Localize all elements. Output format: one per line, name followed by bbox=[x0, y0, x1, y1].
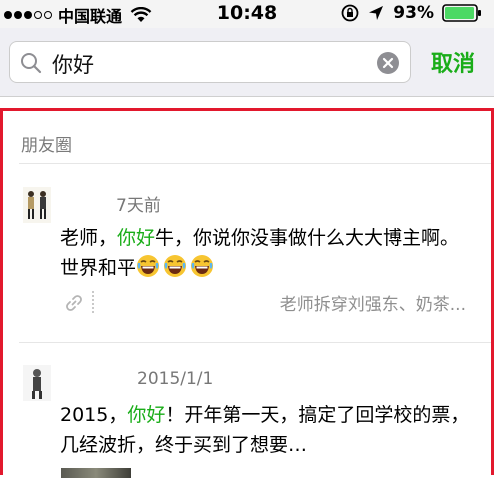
post-text: 老师，你好牛，你说你没事做什么大大博主啊。世界和平 bbox=[60, 227, 460, 279]
link-icon bbox=[66, 295, 82, 311]
keyword-highlight: 你好 bbox=[117, 227, 156, 249]
link-title: 老师拆穿刘强东、奶茶... bbox=[279, 295, 466, 315]
search-query[interactable]: 你好 bbox=[52, 49, 94, 79]
search-input[interactable]: 你好 bbox=[9, 41, 411, 83]
keyword-highlight: 你好 bbox=[127, 404, 166, 426]
status-right: 93% bbox=[341, 3, 482, 23]
search-icon bbox=[21, 53, 42, 74]
moments-results-panel: 朋友圈 7天前 老师，你好牛，你说你没事做什么大大博主啊。世界和平 老师拆穿刘强… bbox=[0, 108, 494, 478]
avatar[interactable] bbox=[23, 365, 51, 401]
laughing-tears-emoji bbox=[137, 255, 160, 277]
cancel-button[interactable]: 取消 bbox=[431, 46, 475, 78]
laughing-tears-emoji bbox=[191, 255, 214, 277]
link-separator bbox=[92, 291, 97, 313]
status-bar: 中国联通 10:48 93% bbox=[0, 0, 494, 28]
location-arrow-icon bbox=[369, 6, 384, 20]
section-title: 朋友圈 bbox=[21, 136, 72, 156]
post-time: 2015/1/1 bbox=[137, 369, 214, 389]
battery-percent: 93% bbox=[393, 3, 434, 23]
avatar[interactable] bbox=[23, 187, 51, 223]
clear-icon[interactable] bbox=[376, 51, 400, 75]
battery-icon bbox=[442, 4, 481, 22]
search-bar: 你好 取消 bbox=[0, 28, 494, 97]
laughing-tears-emoji bbox=[164, 255, 187, 277]
shared-link[interactable]: 老师拆穿刘强东、奶茶... bbox=[60, 289, 470, 317]
post-time: 7天前 bbox=[116, 196, 161, 216]
post-text: 2015，你好！开年第一天，搞定了回学校的票，几经波折，终于买到了想要… bbox=[60, 404, 470, 456]
post-photo[interactable] bbox=[61, 468, 131, 478]
divider bbox=[19, 163, 491, 164]
rotation-lock-icon bbox=[341, 4, 359, 22]
divider bbox=[19, 342, 491, 343]
